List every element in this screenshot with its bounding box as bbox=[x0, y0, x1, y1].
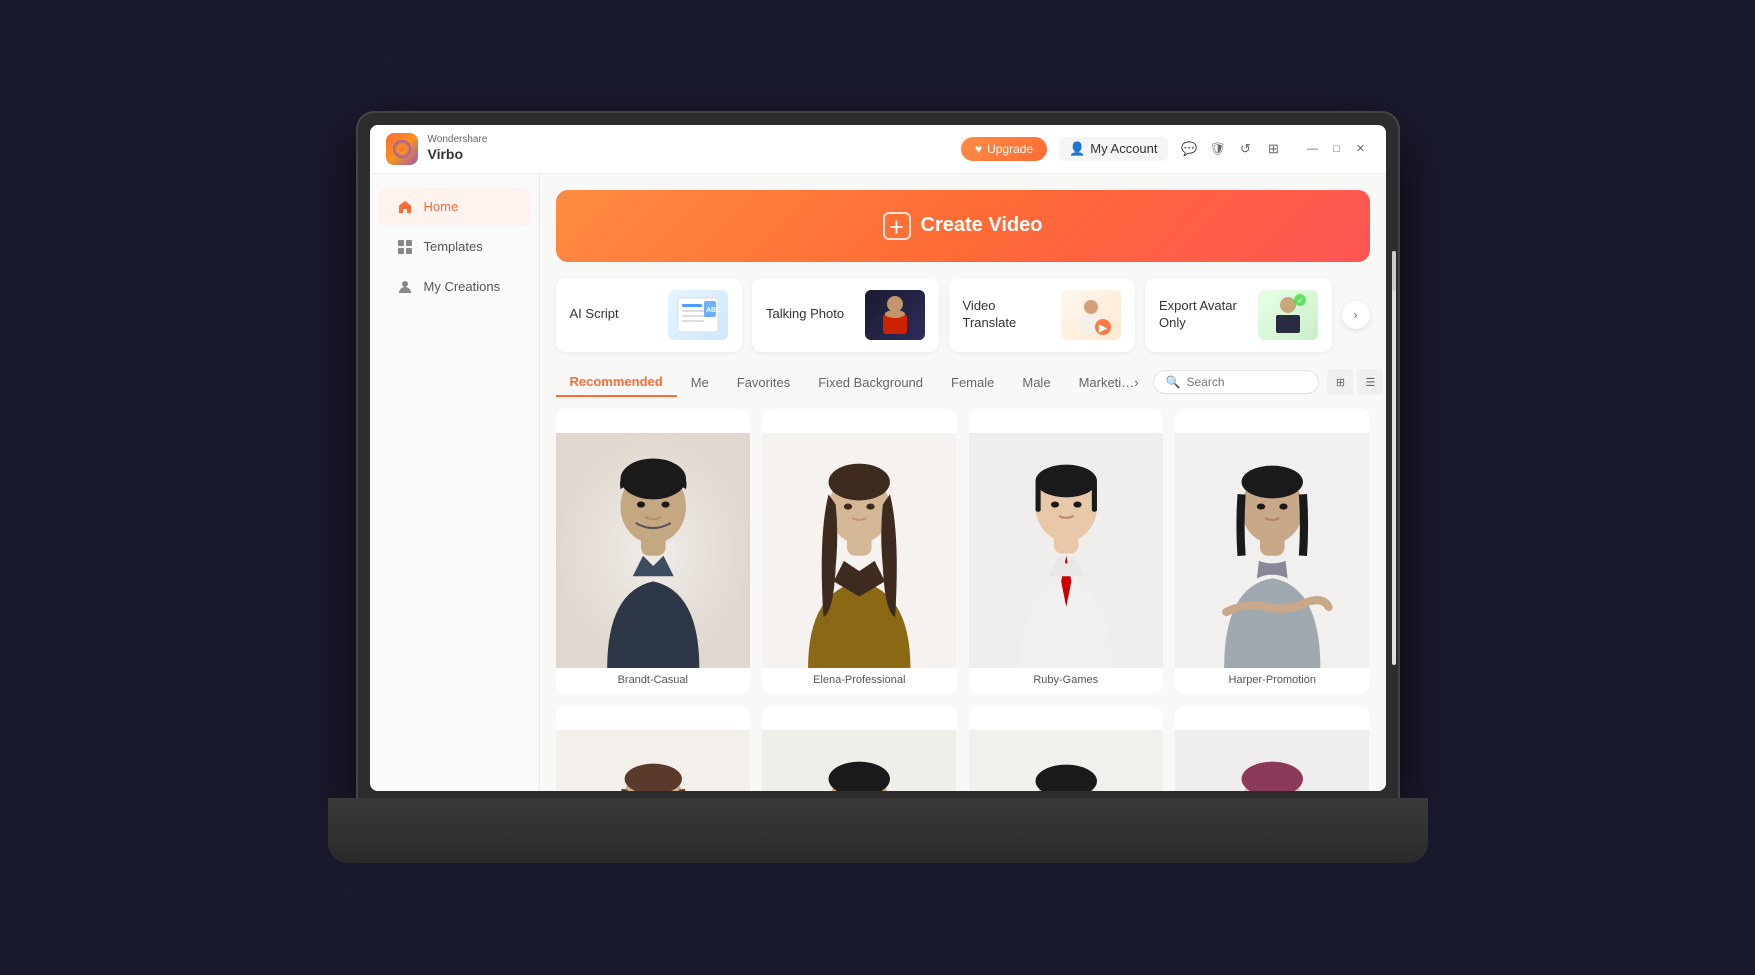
brand-name: Virbo bbox=[428, 146, 488, 163]
list-view-icon[interactable]: ☰ bbox=[1357, 369, 1383, 395]
tab-recommended[interactable]: Recommended bbox=[556, 368, 677, 397]
tab-male[interactable]: Male bbox=[1008, 369, 1064, 396]
avatar-card-8[interactable] bbox=[1175, 706, 1370, 791]
upgrade-icon: ♥ bbox=[975, 142, 982, 156]
laptop-screen: Wondershare Virbo ♥ Upgrade 👤 My Account… bbox=[358, 113, 1398, 803]
sidebar-templates-label: Templates bbox=[424, 239, 483, 254]
avatar-image-ruby bbox=[969, 409, 1164, 668]
title-icons: 💬 🛡 ↺ ⊞ bbox=[1180, 139, 1284, 159]
avatar-card-elena[interactable]: Elena-Professional bbox=[762, 409, 957, 694]
avatar-card-7[interactable] bbox=[969, 706, 1164, 791]
tab-favorites[interactable]: Favorites bbox=[723, 369, 804, 396]
avatar-image-elena bbox=[762, 409, 957, 668]
shield-icon[interactable]: 🛡 bbox=[1208, 139, 1228, 159]
video-translate-label: Video Translate bbox=[963, 298, 1017, 332]
talking-photo-thumb bbox=[865, 290, 925, 340]
avatar-card-5[interactable] bbox=[556, 706, 751, 791]
app-name: Wondershare Virbo bbox=[428, 134, 488, 163]
svg-text:ABC: ABC bbox=[706, 307, 720, 314]
export-avatar-thumb: ✓ bbox=[1258, 290, 1318, 340]
search-icon: 🔍 bbox=[1166, 375, 1181, 389]
window-controls: — □ ✕ bbox=[1304, 140, 1370, 158]
screen-inner: Wondershare Virbo ♥ Upgrade 👤 My Account… bbox=[370, 125, 1386, 791]
grid-icon[interactable]: ⊞ bbox=[1264, 139, 1284, 159]
sidebar-creations-label: My Creations bbox=[424, 279, 501, 294]
templates-icon bbox=[396, 238, 414, 256]
avatar-image-6 bbox=[762, 706, 957, 791]
ai-script-label: AI Script bbox=[570, 306, 619, 323]
talking-photo-label: Talking Photo bbox=[766, 306, 844, 323]
feature-cards: AI Script bbox=[556, 278, 1370, 352]
feature-card-ai-script[interactable]: AI Script bbox=[556, 278, 743, 352]
avatar-image-harper bbox=[1175, 409, 1370, 668]
feature-card-export-avatar[interactable]: Export Avatar Only ✓ bbox=[1145, 278, 1332, 352]
create-video-text: ＋ Create Video bbox=[883, 212, 1043, 240]
title-bar-left: Wondershare Virbo bbox=[386, 133, 488, 165]
avatar-label-ruby: Ruby-Games bbox=[969, 668, 1164, 694]
laptop-container: Wondershare Virbo ♥ Upgrade 👤 My Account… bbox=[328, 113, 1428, 863]
creations-icon bbox=[396, 278, 414, 296]
grid-view-icon[interactable]: ⊞ bbox=[1327, 369, 1353, 395]
tab-marketing[interactable]: Marketi… › bbox=[1065, 369, 1153, 396]
laptop-base bbox=[328, 798, 1428, 863]
home-icon bbox=[396, 198, 414, 216]
avatar-card-brandt[interactable]: Brandt-Casual bbox=[556, 409, 751, 694]
upgrade-label: Upgrade bbox=[987, 142, 1033, 156]
person-icon: 👤 bbox=[1069, 141, 1085, 157]
content-area: ＋ Create Video AI Script bbox=[540, 174, 1386, 791]
sidebar-item-my-creations[interactable]: My Creations bbox=[378, 268, 531, 306]
sidebar: Home Templates bbox=[370, 174, 540, 791]
my-account-button[interactable]: 👤 My Account bbox=[1059, 137, 1167, 161]
app-logo bbox=[386, 133, 418, 165]
my-account-label: My Account bbox=[1090, 141, 1157, 156]
close-button[interactable]: ✕ bbox=[1352, 140, 1370, 158]
sidebar-item-templates[interactable]: Templates bbox=[378, 228, 531, 266]
tab-me[interactable]: Me bbox=[677, 369, 723, 396]
video-translate-thumb: ▶ bbox=[1061, 290, 1121, 340]
export-avatar-label: Export Avatar Only bbox=[1159, 298, 1258, 332]
brand-top: Wondershare bbox=[428, 134, 488, 146]
avatar-label-harper: Harper-Promotion bbox=[1175, 668, 1370, 694]
sidebar-home-label: Home bbox=[424, 199, 459, 214]
feature-card-talking-photo[interactable]: Talking Photo bbox=[752, 278, 939, 352]
tab-fixed-background[interactable]: Fixed Background bbox=[804, 369, 937, 396]
main-layout: Home Templates bbox=[370, 174, 1386, 791]
avatar-card-ruby[interactable]: Ruby-Games bbox=[969, 409, 1164, 694]
feature-card-video-translate[interactable]: Video Translate ▶ bbox=[949, 278, 1136, 352]
chat-icon[interactable]: 💬 bbox=[1180, 139, 1200, 159]
refresh-icon[interactable]: ↺ bbox=[1236, 139, 1256, 159]
marketing-label: Marketi… bbox=[1079, 375, 1135, 390]
avatar-image-8 bbox=[1175, 706, 1370, 791]
view-icons: ⊞ ☰ bbox=[1327, 369, 1383, 395]
avatar-label-elena: Elena-Professional bbox=[762, 668, 957, 694]
avatar-grid: Brandt-Casual bbox=[556, 409, 1370, 791]
minimize-button[interactable]: — bbox=[1304, 140, 1322, 158]
maximize-button[interactable]: □ bbox=[1328, 140, 1346, 158]
title-bar: Wondershare Virbo ♥ Upgrade 👤 My Account… bbox=[370, 125, 1386, 174]
search-input[interactable] bbox=[1186, 375, 1306, 389]
more-chevron-icon: › bbox=[1134, 375, 1138, 390]
search-box: 🔍 bbox=[1153, 370, 1320, 394]
svg-text:▶: ▶ bbox=[1098, 323, 1108, 334]
upgrade-button[interactable]: ♥ Upgrade bbox=[961, 137, 1047, 161]
create-video-label: Create Video bbox=[921, 214, 1043, 237]
avatar-card-6[interactable] bbox=[762, 706, 957, 791]
create-video-banner[interactable]: ＋ Create Video bbox=[556, 190, 1370, 262]
avatar-label-brandt: Brandt-Casual bbox=[556, 668, 751, 694]
avatar-image-brandt bbox=[556, 409, 751, 668]
avatar-image-5 bbox=[556, 706, 751, 791]
avatar-image-7 bbox=[969, 706, 1164, 791]
title-bar-right: ♥ Upgrade 👤 My Account 💬 🛡 ↺ ⊞ — bbox=[961, 137, 1370, 161]
avatar-card-harper[interactable]: Harper-Promotion bbox=[1175, 409, 1370, 694]
ai-script-thumb: ABC bbox=[668, 290, 728, 340]
category-tabs: Recommended Me Favorites Fixed Backgroun… bbox=[556, 368, 1370, 397]
next-arrow-button[interactable]: › bbox=[1342, 301, 1370, 329]
create-icon: ＋ bbox=[883, 212, 911, 240]
svg-text:✓: ✓ bbox=[1297, 296, 1304, 305]
sidebar-item-home[interactable]: Home bbox=[378, 188, 531, 226]
tab-female[interactable]: Female bbox=[937, 369, 1008, 396]
